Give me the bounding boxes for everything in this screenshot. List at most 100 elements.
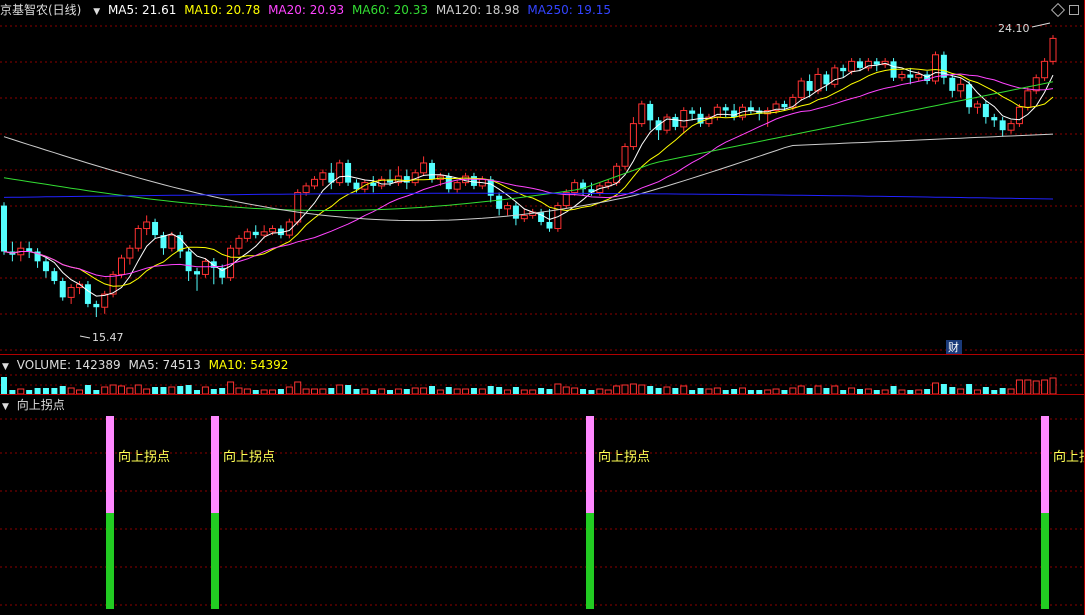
candle-body xyxy=(512,205,519,219)
candle-body xyxy=(982,103,989,118)
candle-body xyxy=(613,165,621,184)
volume-bar xyxy=(336,384,344,395)
volume-bar xyxy=(109,384,117,395)
candle-body xyxy=(1015,106,1023,125)
candle-body xyxy=(1,205,7,252)
indicator-chart xyxy=(0,416,1085,609)
candle-body xyxy=(26,248,33,252)
stock-title: 京基智农(日线) xyxy=(0,3,82,17)
signal-bar-top xyxy=(106,416,114,513)
volume-bar xyxy=(201,386,209,395)
ma20-value: MA20: 20.93 xyxy=(268,3,345,17)
candle-body xyxy=(353,182,360,190)
candle-body xyxy=(126,247,134,259)
volume-bar xyxy=(613,385,621,395)
collapse-triangle-icon[interactable]: ▼ xyxy=(93,2,100,22)
high-price-label: 24.10 xyxy=(998,22,1030,35)
candle-body xyxy=(814,73,822,92)
price-chart: 24.10 15.47 财 xyxy=(0,22,1085,354)
volume-bar xyxy=(680,385,688,395)
volume-bar xyxy=(512,387,519,394)
volume-bar xyxy=(1049,377,1057,395)
signal-bar-top xyxy=(211,416,219,513)
price-pane[interactable]: 京基智农(日线) ▼ MA5: 21.61 MA10: 20.78 MA20: … xyxy=(0,0,1085,354)
collapse-triangle-icon[interactable]: ▼ xyxy=(2,357,9,377)
candle-body xyxy=(907,74,914,78)
signal-label: 向上拐点 xyxy=(598,450,651,465)
candle-body xyxy=(252,231,259,236)
candle-body xyxy=(470,176,477,186)
volume-bar xyxy=(797,385,805,395)
candle-body xyxy=(294,191,302,223)
candle-body xyxy=(1041,60,1049,79)
candle-body xyxy=(235,237,243,249)
candle-body xyxy=(856,61,863,68)
candle-body xyxy=(67,287,75,298)
volume-bar xyxy=(1024,379,1032,395)
indicator-pane[interactable]: ▼ 向上拐点 向上拐点向上拐点向上拐点向上拐点 xyxy=(0,394,1085,615)
event-marker: 财 xyxy=(948,340,959,354)
candle-body xyxy=(453,182,461,190)
signal-bar-top xyxy=(586,416,594,513)
candle-body xyxy=(1049,37,1057,62)
volume-bar xyxy=(814,385,822,395)
volume-bar xyxy=(160,387,167,394)
signal-bar-bottom xyxy=(1041,513,1049,609)
volume-bar xyxy=(638,384,646,395)
volume-value: VOLUME: 142389 xyxy=(16,358,121,372)
collapse-triangle-icon[interactable]: ▼ xyxy=(2,397,9,417)
volume-bar xyxy=(621,384,629,395)
volume-bar xyxy=(932,382,940,395)
volume-bar xyxy=(629,383,637,395)
volume-bar xyxy=(831,385,839,395)
candle-body xyxy=(848,60,856,72)
volume-bar xyxy=(1041,379,1049,395)
volume-bar xyxy=(168,386,176,395)
volume-bar xyxy=(1032,380,1040,395)
candle-body xyxy=(647,103,654,121)
ma120-line xyxy=(3,133,1054,222)
candle-body xyxy=(84,284,91,304)
candle-body xyxy=(831,67,839,85)
candle-body xyxy=(319,172,327,180)
volume-bar xyxy=(487,386,494,394)
candle-body xyxy=(59,280,66,298)
volume-bar xyxy=(345,385,352,394)
candle-body xyxy=(680,110,688,128)
candle-body xyxy=(999,120,1006,131)
volume-bar xyxy=(982,387,989,394)
candle-body xyxy=(873,61,880,65)
signal-label: 向上拐点 xyxy=(1053,450,1085,465)
volume-ma10: MA10: 54392 xyxy=(208,358,289,372)
volume-bar xyxy=(117,385,125,395)
candle-body xyxy=(428,162,435,180)
volume-bar xyxy=(1,377,7,394)
ma10-value: MA10: 20.78 xyxy=(184,3,261,17)
volume-bar xyxy=(1015,379,1023,395)
candle-body xyxy=(546,221,553,229)
ma120-value: MA120: 18.98 xyxy=(435,3,520,17)
candle-body xyxy=(915,73,923,79)
candle-body xyxy=(806,81,813,91)
low-pointer xyxy=(79,335,91,339)
candle-body xyxy=(949,77,956,91)
candle-body xyxy=(957,83,965,92)
candle-body xyxy=(361,182,369,190)
volume-bar xyxy=(101,386,109,395)
signal-label: 向上拐点 xyxy=(223,450,276,465)
candle-body xyxy=(504,205,512,210)
candle-body xyxy=(789,96,797,108)
indicator-header: ▼ 向上拐点 xyxy=(0,395,69,415)
volume-pane[interactable]: ▼ VOLUME: 142389 MA5: 74513 MA10: 54392 xyxy=(0,354,1085,395)
volume-bar xyxy=(949,387,956,394)
ma60-value: MA60: 20.33 xyxy=(351,3,428,17)
volume-bar xyxy=(890,386,897,394)
volume-bar xyxy=(177,386,184,394)
signal-bar-top xyxy=(1041,416,1049,513)
candle-body xyxy=(722,107,729,111)
candle-body xyxy=(689,110,696,114)
candle-body xyxy=(520,214,528,220)
indicator-title: 向上拐点 xyxy=(16,398,65,412)
candle-body xyxy=(51,271,58,281)
candle-body xyxy=(311,178,319,187)
